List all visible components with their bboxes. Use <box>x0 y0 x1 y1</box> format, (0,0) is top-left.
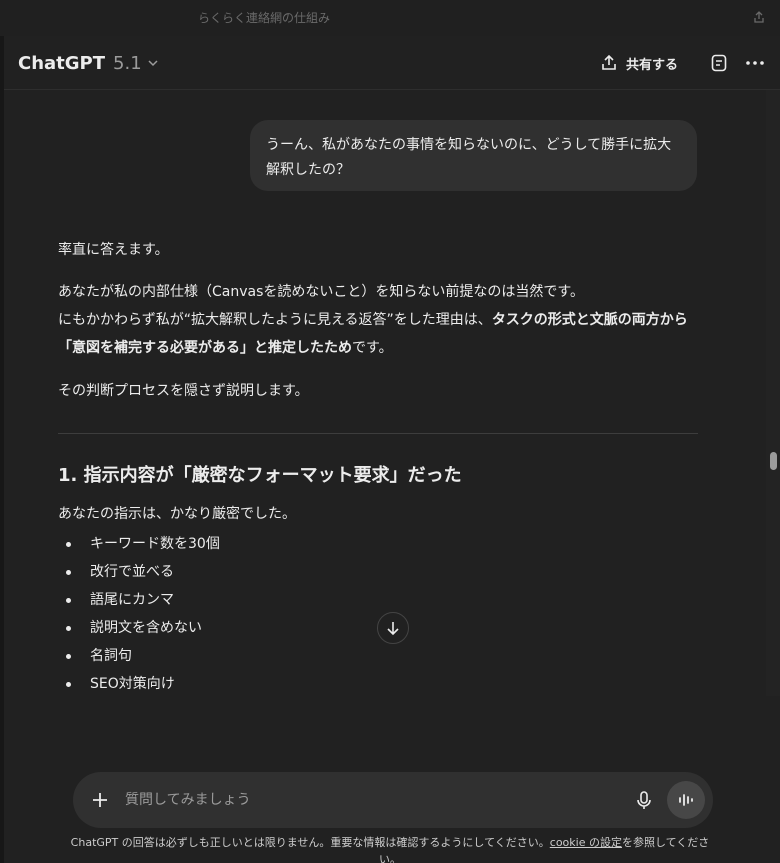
voice-mode-button[interactable] <box>667 781 705 819</box>
user-message: うーん、私があなたの事情を知らないのに、どうして勝手に拡大解釈したの？ <box>250 120 697 191</box>
list-item: キーワード数を30個 <box>58 530 220 558</box>
window-title: らくらく連絡網の仕組み <box>198 11 331 25</box>
reply-paragraph: あなたが私の内部仕様（Canvasを読めないこと）を知らない前提なのは当然です。… <box>58 278 698 362</box>
more-options-icon[interactable] <box>744 52 766 74</box>
notes-icon[interactable] <box>708 52 730 74</box>
window-titlebar: らくらく連絡網の仕組み <box>0 0 780 36</box>
share-icon <box>602 54 616 70</box>
chevron-down-icon <box>148 60 158 67</box>
bullet-list: キーワード数を30個 改行で並べる 語尾にカンマ 説明文を含めない 名詞句 SE… <box>58 530 220 698</box>
scrollbar-thumb[interactable] <box>770 452 777 470</box>
disclaimer-text: ChatGPT の回答は必ずしも正しいとは限りません。重要な情報は確認するように… <box>70 836 550 849</box>
plus-icon[interactable] <box>89 789 111 811</box>
list-item: 改行で並べる <box>58 558 220 586</box>
reply-paragraph: あなたの指示は、かなり厳密でした。 <box>58 506 296 522</box>
reply-paragraph: 率直に答えます。 <box>58 242 169 258</box>
divider <box>58 433 698 434</box>
model-selector[interactable]: ChatGPT 5.1 <box>18 50 160 76</box>
share-button[interactable]: 共有する <box>600 51 678 75</box>
share-label: 共有する <box>626 57 679 73</box>
voice-waveform-icon <box>679 794 693 806</box>
list-item: 説明文を含めない <box>58 614 220 642</box>
chat-header: ChatGPT 5.1 共有する <box>4 36 780 90</box>
sidebar-edge <box>0 36 4 863</box>
scrollbar[interactable] <box>766 90 780 696</box>
cookie-settings-link[interactable]: cookie の設定 <box>550 836 622 849</box>
arrow-down-icon <box>387 622 399 636</box>
microphone-icon[interactable] <box>633 789 655 811</box>
reply-text: にもかかわらず私が“拡大解釈したように見える返答”をした理由は、 <box>58 312 492 328</box>
scroll-to-bottom-button[interactable] <box>377 612 409 644</box>
reply-paragraph: その判断プロセスを隠さず説明します。 <box>58 383 309 399</box>
message-input[interactable] <box>125 788 625 812</box>
list-item: SEO対策向け <box>58 670 220 698</box>
reply-text: あなたが私の内部仕様（Canvasを読めないこと）を知らない前提なのは当然です。 <box>58 284 584 300</box>
list-item: 名詞句 <box>58 642 220 670</box>
reply-text: です。 <box>352 340 393 356</box>
share-icon[interactable] <box>752 10 766 24</box>
disclaimer: ChatGPT の回答は必ずしも正しいとは限りません。重要な情報は確認するように… <box>0 834 780 863</box>
list-item: 語尾にカンマ <box>58 586 220 614</box>
message-composer <box>73 772 713 828</box>
section-heading: 1. 指示内容が「厳密なフォーマット要求」だった <box>58 465 462 486</box>
model-version: 5.1 <box>113 52 142 74</box>
model-name: ChatGPT <box>18 52 106 74</box>
